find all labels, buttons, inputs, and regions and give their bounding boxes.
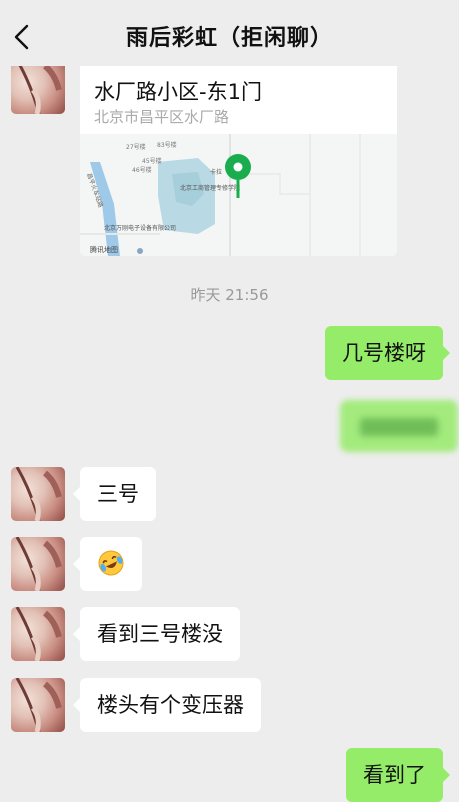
avatar[interactable] [11, 60, 65, 114]
map-building-label: 27号楼 [126, 143, 146, 151]
map-watermark: 腾讯地图 [90, 245, 118, 254]
message-outgoing[interactable]: 几号楼呀 [325, 326, 450, 380]
avatar[interactable] [11, 607, 65, 661]
map-thumbnail: 昌平火车站路 27号楼 83号楼 45号楼 46号楼 北京工商管理专修学院 卡拉… [80, 134, 397, 256]
map-building-label: 46号楼 [132, 166, 152, 174]
map-building-label: 83号楼 [157, 141, 177, 149]
blurred-message[interactable] [340, 400, 458, 452]
avatar[interactable] [11, 537, 65, 591]
map-poi-label: 卡拉 [210, 168, 222, 176]
message-incoming[interactable]: 楼头有个变压器 [73, 678, 261, 732]
message-incoming[interactable]: 看到三号楼没 [73, 607, 240, 661]
map-poi-label: 北京万刚电子设备有限公司 [104, 224, 176, 232]
map-poi-label: 北京工商管理专修学院 [180, 184, 240, 192]
location-address: 北京市昌平区水厂路 [94, 108, 230, 126]
timestamp: 昨天 21:56 [190, 286, 269, 304]
location-title: 水厂路小区-东1门 [94, 80, 262, 104]
avatar[interactable] [11, 467, 65, 521]
message-incoming[interactable]: 三号 [73, 467, 156, 521]
message-incoming-emoji[interactable] [73, 537, 142, 591]
chat-title: 雨后彩虹（拒闲聊） [125, 26, 333, 51]
location-card[interactable]: 水厂路小区-东1门 北京市昌平区水厂路 昌平火车站路 27号楼 83号楼 45号… [80, 60, 397, 256]
map-building-label: 45号楼 [142, 157, 162, 165]
chat-header: 雨后彩虹（拒闲聊） [0, 0, 459, 66]
message-outgoing[interactable]: 看到了 [346, 748, 450, 802]
avatar[interactable] [11, 678, 65, 732]
laughing-tears-emoji [98, 550, 124, 576]
